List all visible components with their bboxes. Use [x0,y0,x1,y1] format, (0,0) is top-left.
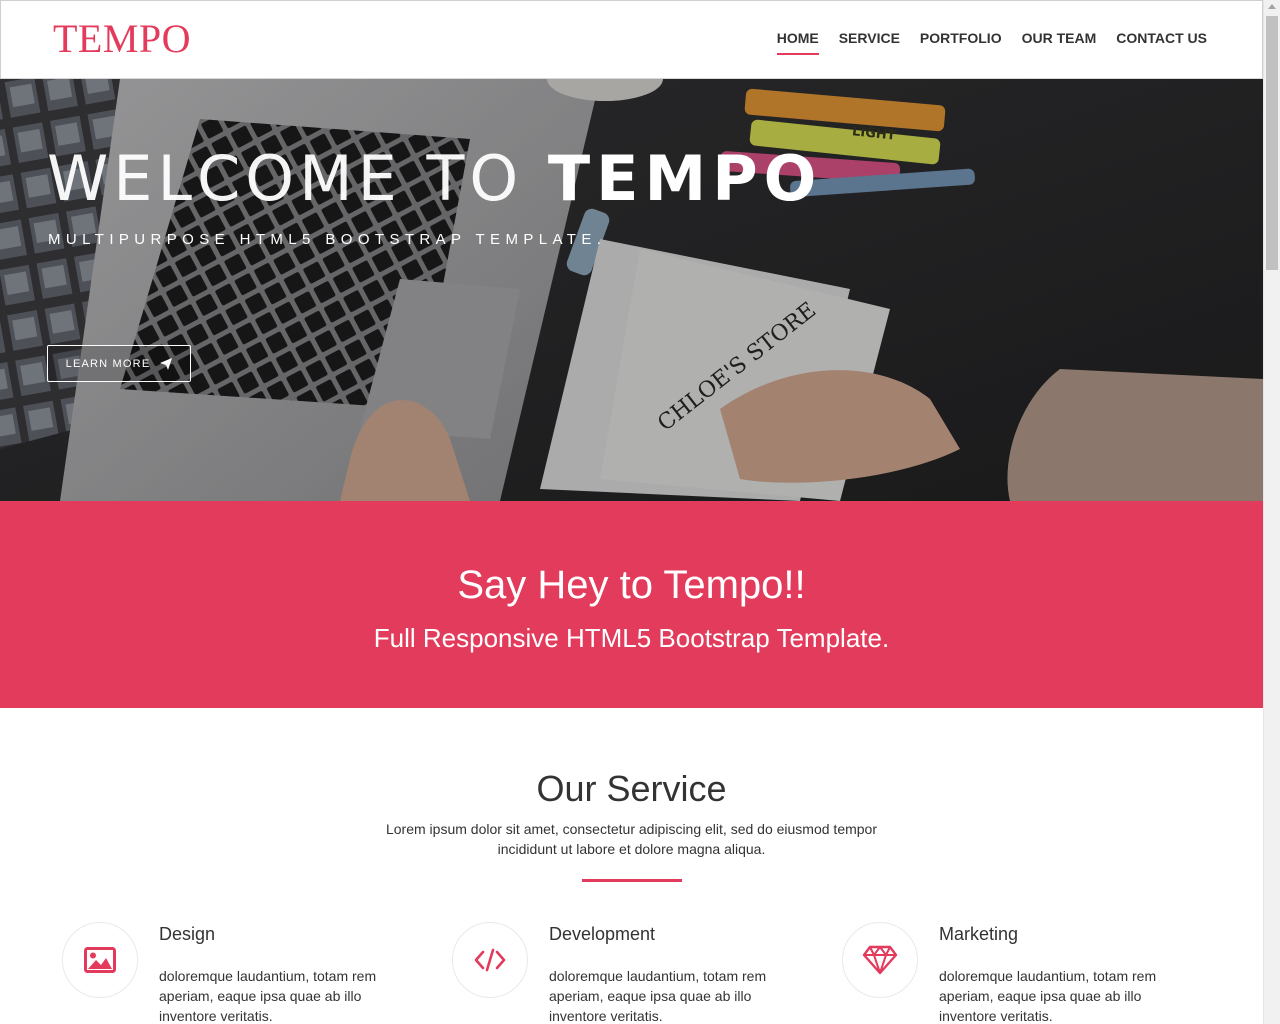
code-icon [474,948,506,972]
learn-more-button[interactable]: LEARN MORE [47,345,191,382]
nav-item-home[interactable]: HOME [776,29,819,55]
nav-item-service[interactable]: SERVICE [839,29,900,55]
section-divider [582,879,682,882]
learn-more-label: LEARN MORE [65,357,151,370]
banner-subheading: Full Responsive HTML5 Bootstrap Template… [373,623,890,653]
vertical-scrollbar[interactable] [1263,0,1280,1024]
service-icon-circle [842,922,918,998]
service-heading: Our Service [536,768,727,809]
service-intro: Lorem ipsum dolor sit amet, consectetur … [385,821,877,857]
navbar: TEMPO HOME SERVICE PORTFOLIO OUR TEAM CO… [0,0,1263,79]
paper-plane-icon [160,357,173,370]
hero-subtitle: MULTIPURPOSE HTML5 BOOTSTRAP TEMPLATE. [48,231,607,248]
banner-heading: Say Hey to Tempo!! [457,563,806,607]
scrollbar-thumb[interactable] [1266,16,1278,270]
nav-item-contact-us[interactable]: CONTACT US [1116,29,1207,55]
main-nav: HOME SERVICE PORTFOLIO OUR TEAM CONTACT … [776,29,1207,55]
service-title: Design [159,924,216,944]
nav-item-portfolio[interactable]: PORTFOLIO [920,29,1002,55]
scroll-up-arrow-icon[interactable] [1268,4,1276,9]
diamond-icon [862,945,898,975]
service-text: doloremque laudantium, totam rem aperiam… [549,968,767,1024]
page: TEMPO HOME SERVICE PORTFOLIO OUR TEAM CO… [0,0,1263,1024]
image-icon [84,947,116,973]
hero-title: WELCOME TO TEMPO [47,144,822,214]
hero-title-light: WELCOME TO [47,142,548,215]
nav-item-our-team[interactable]: OUR TEAM [1022,29,1097,55]
promo-banner: Say Hey to Tempo!! Full Responsive HTML5… [0,501,1263,708]
hero-section: CHLOE'S STORE LIGHT WELCOME TO TEMPO MUL… [0,79,1263,501]
service-text: doloremque laudantium, totam rem aperiam… [159,968,377,1024]
service-section: Our Service Lorem ipsum dolor sit amet, … [0,708,1263,1024]
hero-title-bold: TEMPO [547,142,823,215]
service-title: Development [549,924,656,944]
service-icon-circle [62,922,138,998]
service-title: Marketing [939,924,1019,944]
service-icon-circle [452,922,528,998]
service-text: doloremque laudantium, totam rem aperiam… [939,968,1157,1024]
logo[interactable]: TEMPO [53,15,191,63]
